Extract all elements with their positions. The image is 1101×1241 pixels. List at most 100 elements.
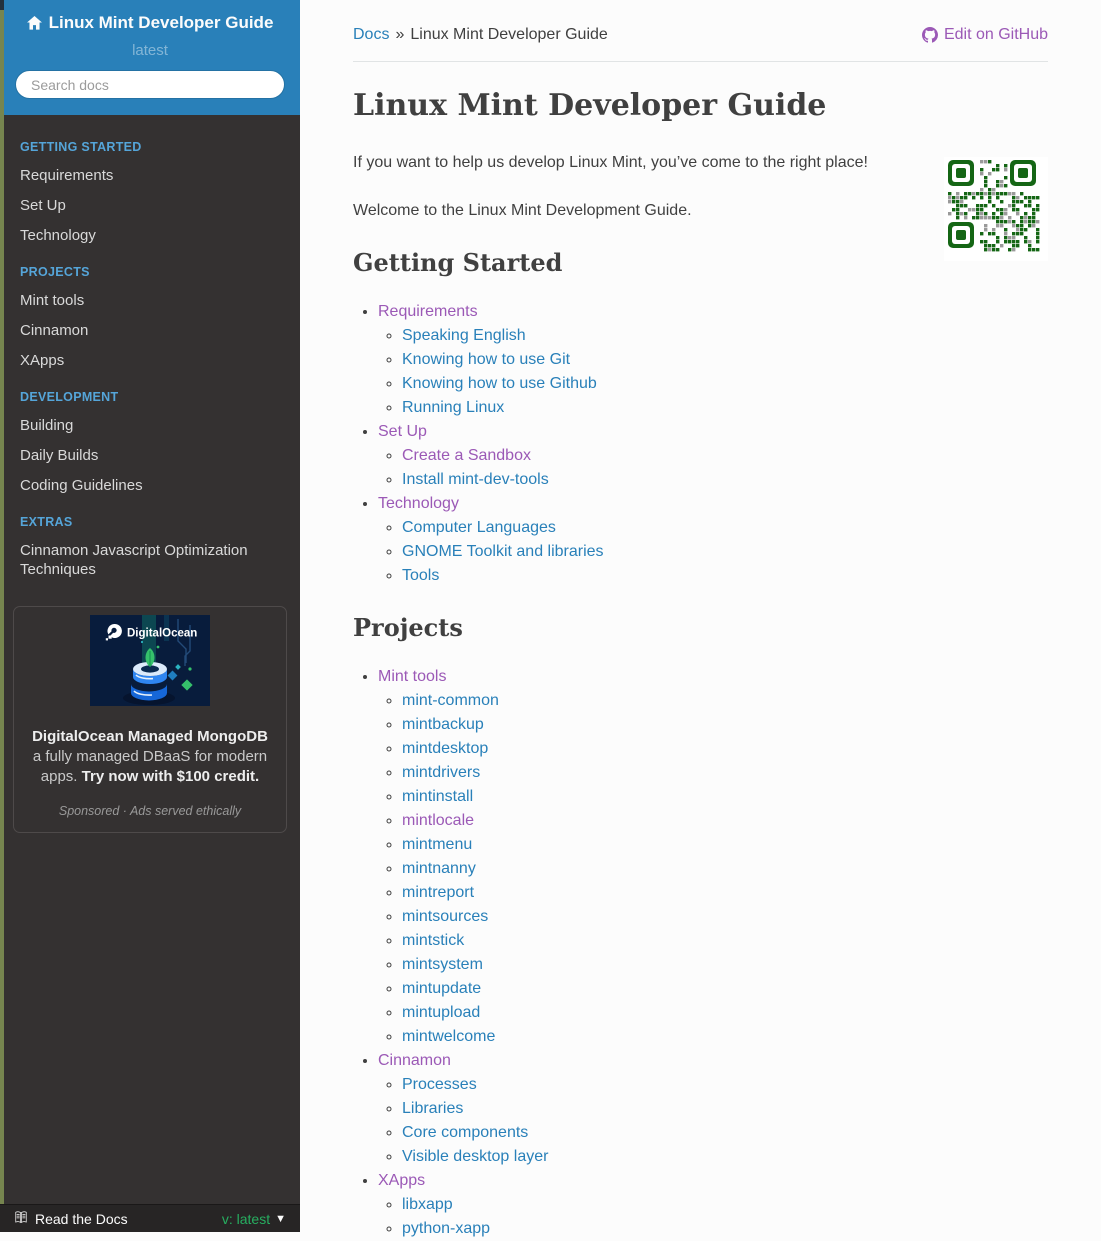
toc-subitem: mintlocale <box>402 809 1048 833</box>
toc-link[interactable]: XApps <box>378 1172 425 1189</box>
toc-subitem: mintupload <box>402 1001 1048 1025</box>
toc-subitem: Core components <box>402 1121 1048 1145</box>
ad-text: DigitalOcean Managed MongoDB a fully man… <box>24 727 276 787</box>
toc-subitem: Computer Languages <box>402 516 1048 540</box>
toc-item: XApps libxapp python-xapp <box>378 1169 1048 1241</box>
breadcrumb-docs-link[interactable]: Docs <box>353 26 389 43</box>
toc-link[interactable]: mintbackup <box>402 716 484 733</box>
toc-item: Set Up Create a Sandbox Install mint-dev-t… <box>378 420 1048 492</box>
edit-on-github-link[interactable]: Edit on GitHub <box>921 26 1048 44</box>
toc-link[interactable]: mintdesktop <box>402 740 488 757</box>
toc-link[interactable]: mintlocale <box>402 812 474 829</box>
toc-link[interactable]: Mint tools <box>378 668 446 685</box>
toc-link[interactable]: mintmenu <box>402 836 472 853</box>
toc-sublist: Computer Languages GNOME Toolkit and libr… <box>378 516 1048 588</box>
toc-link[interactable]: mintupdate <box>402 980 481 997</box>
toc-sections: Getting StartedRequirementsSpeaking Engl… <box>353 248 1048 1241</box>
toc-link[interactable]: mintsystem <box>402 956 483 973</box>
toc-subitem: Speaking English <box>402 324 1048 348</box>
version-switcher[interactable]: v: latest ▼ <box>222 1211 286 1227</box>
toc-item: Mint tools mint-common mintbackup mintdeskt… <box>378 665 1048 1049</box>
page-title: Linux Mint Developer Guide <box>353 88 827 123</box>
toc-sublist: mint-common mintbackup mintdesktop mintdriv… <box>378 689 1048 1049</box>
toc-subitem: mint-common <box>402 689 1048 713</box>
sidebar-item-coding-guidelines[interactable]: Coding Guidelines <box>0 470 300 500</box>
toc-link[interactable]: Visible desktop layer <box>402 1148 548 1165</box>
sidebar-item-requirements[interactable]: Requirements <box>0 160 300 190</box>
sidebar-item-mint-tools[interactable]: Mint tools <box>0 285 300 315</box>
sidebar-item-set-up[interactable]: Set Up <box>0 190 300 220</box>
toc-subitem: Running Linux <box>402 396 1048 420</box>
search-input[interactable] <box>15 70 285 99</box>
sidebar-header: Linux Mint Developer Guide latest <box>0 0 300 115</box>
nav-caption: GETTING STARTED <box>20 140 142 154</box>
toc-link[interactable]: Technology <box>378 495 459 512</box>
breadcrumb-separator: » <box>395 26 405 43</box>
toc-subitem: mintsources <box>402 905 1048 929</box>
home-icon <box>26 16 42 30</box>
toc-subitem: mintdrivers <box>402 761 1048 785</box>
toc-item: Technology Computer Languages GNOME Toolki… <box>378 492 1048 588</box>
version-label: latest <box>132 42 168 59</box>
toc-sublist: libxapp python-xapp <box>378 1193 1048 1241</box>
toc-item: Cinnamon Processes Libraries Core component… <box>378 1049 1048 1169</box>
toc-link[interactable]: Computer Languages <box>402 519 556 536</box>
toc-link[interactable]: mintreport <box>402 884 474 901</box>
toc-link[interactable]: mintstick <box>402 932 464 949</box>
window-edge-stripe <box>0 0 4 1232</box>
toc-link[interactable]: mintnanny <box>402 860 476 877</box>
toc-sublist: Processes Libraries Core components Visible… <box>378 1073 1048 1169</box>
toc-subitem: mintstick <box>402 929 1048 953</box>
toc-link[interactable]: Processes <box>402 1076 477 1093</box>
toc-link[interactable]: libxapp <box>402 1196 453 1213</box>
toc-link[interactable]: python-xapp <box>402 1220 490 1237</box>
toc-list: Mint tools mint-common mintbackup mintdeskt… <box>353 665 1048 1241</box>
caret-down-icon: ▼ <box>275 1212 286 1225</box>
toc-link[interactable]: mintupload <box>402 1004 480 1021</box>
toc-subitem: Knowing how to use Git <box>402 348 1048 372</box>
toc-subitem: mintbackup <box>402 713 1048 737</box>
readthedocs-footer[interactable]: Read the Docs v: latest ▼ <box>0 1204 300 1232</box>
toc-link[interactable]: Speaking English <box>402 327 526 344</box>
sidebar-item-xapps[interactable]: XApps <box>0 345 300 375</box>
breadcrumb-current: Linux Mint Developer Guide <box>410 26 608 43</box>
sidebar: Linux Mint Developer Guide latest GETTIN… <box>0 0 300 1232</box>
project-home-link[interactable]: Linux Mint Developer Guide <box>26 13 274 33</box>
toc-subitem: mintnanny <box>402 857 1048 881</box>
toc-subitem: mintupdate <box>402 977 1048 1001</box>
nav-caption: PROJECTS <box>20 265 90 279</box>
toc-link[interactable]: mintinstall <box>402 788 473 805</box>
project-title: Linux Mint Developer Guide <box>48 13 274 32</box>
toc-subitem: libxapp <box>402 1193 1048 1217</box>
toc-link[interactable]: GNOME Toolkit and libraries <box>402 543 604 560</box>
toc-subitem: Visible desktop layer <box>402 1145 1048 1169</box>
toc-link[interactable]: mintsources <box>402 908 488 925</box>
sidebar-item-cinnamon[interactable]: Cinnamon <box>0 315 300 345</box>
readthedocs-brand: Read the Docs <box>14 1211 128 1227</box>
toc-link[interactable]: Running Linux <box>402 399 504 416</box>
toc-link[interactable]: mint-common <box>402 692 499 709</box>
toc-link[interactable]: mintwelcome <box>402 1028 495 1045</box>
nav-caption: EXTRAS <box>20 515 73 529</box>
section-heading: Projects <box>353 612 463 642</box>
readthedocs-label: Read the Docs <box>35 1210 128 1227</box>
sidebar-item-cinnamon-javascript-optimization-techniques[interactable]: Cinnamon Javascript Optimization Techniq… <box>0 535 300 584</box>
sidebar-item-building[interactable]: Building <box>0 410 300 440</box>
toc-link[interactable]: Cinnamon <box>378 1052 451 1069</box>
github-icon <box>921 27 938 43</box>
toc-link[interactable]: Install mint-dev-tools <box>402 471 549 488</box>
toc-link[interactable]: mintdrivers <box>402 764 480 781</box>
toc-link[interactable]: Libraries <box>402 1100 463 1117</box>
toc-link[interactable]: Tools <box>402 567 439 584</box>
toc-sublist: Speaking English Knowing how to use Git Kn… <box>378 324 1048 420</box>
toc-link[interactable]: Core components <box>402 1124 528 1141</box>
sidebar-item-daily-builds[interactable]: Daily Builds <box>0 440 300 470</box>
current-version-label: v: latest <box>221 1210 271 1227</box>
toc-link[interactable]: Set Up <box>378 423 427 440</box>
toc-link[interactable]: Requirements <box>378 303 478 320</box>
sponsor-ad[interactable]: DigitalOcean DigitalOcean Managed MongoD… <box>13 606 287 833</box>
toc-link[interactable]: Knowing how to use Git <box>402 351 570 368</box>
toc-link[interactable]: Create a Sandbox <box>402 447 531 464</box>
toc-link[interactable]: Knowing how to use Github <box>402 375 597 392</box>
sidebar-item-technology[interactable]: Technology <box>0 220 300 250</box>
